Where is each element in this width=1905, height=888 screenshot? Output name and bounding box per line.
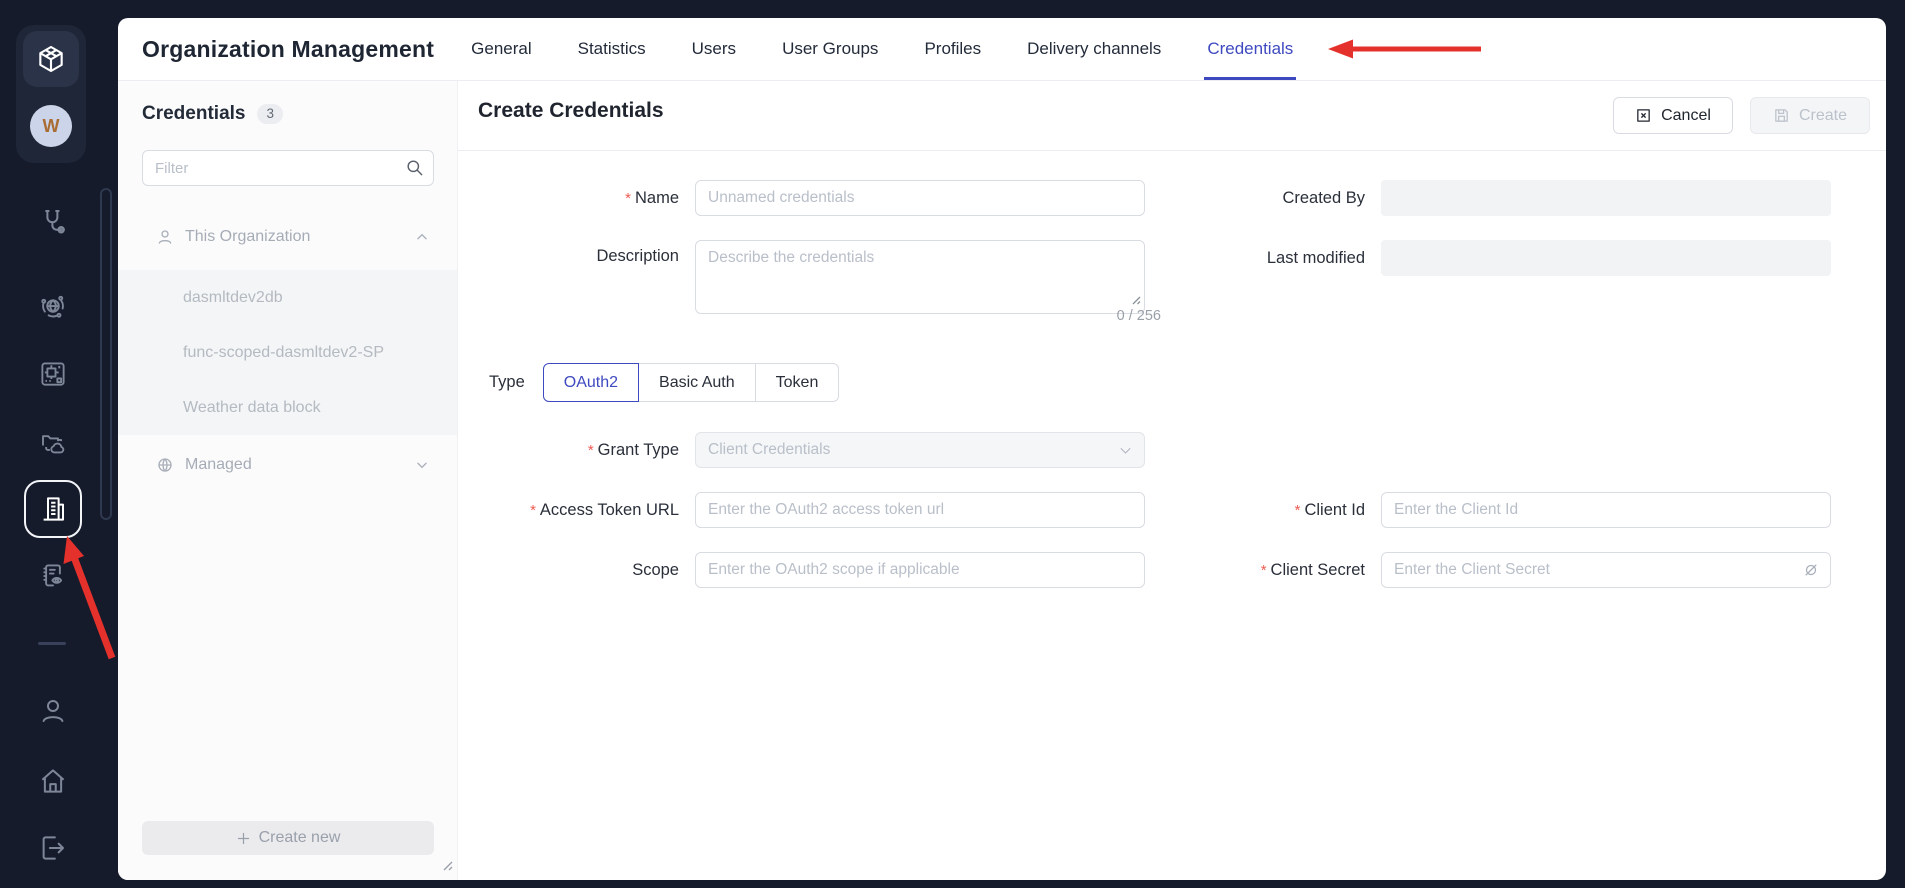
tab-credentials[interactable]: Credentials [1184,18,1316,80]
client-id-label: Client Id [1144,501,1381,520]
description-textarea[interactable] [695,240,1145,314]
create-button[interactable]: Create [1750,97,1870,134]
list-item[interactable]: func-scoped-dasmltdev2-SP [118,325,457,380]
chevron-down-icon[interactable] [415,458,429,472]
last-modified-label: Last modified [1144,249,1381,268]
count-badge: 3 [257,104,283,124]
scope-label: Scope [458,561,695,580]
save-icon [1773,107,1790,124]
card-body: Credentials 3 [118,81,1886,880]
building-icon[interactable] [28,484,78,534]
chevron-up-icon[interactable] [415,230,429,244]
type-token-button[interactable]: Token [755,363,840,402]
chip-board-icon[interactable] [28,349,78,399]
client-id-input[interactable] [1381,492,1831,528]
app-card: Organization Management General Statisti… [118,18,1886,880]
tab-delivery-channels[interactable]: Delivery channels [1004,18,1184,80]
tab-statistics[interactable]: Statistics [555,18,669,80]
section-label: Managed [185,456,252,474]
panel-title: Credentials [142,103,245,125]
tabs-nav: General Statistics Users User Groups Pro… [448,18,1316,80]
filter-input[interactable] [142,150,434,186]
rail-scrollbar[interactable] [100,188,112,520]
tab-profiles[interactable]: Profiles [901,18,1004,80]
name-label: Name [458,189,695,208]
tab-bar: Organization Management General Statisti… [118,18,1886,81]
section-managed[interactable]: Managed [118,450,457,480]
last-modified-field [1381,240,1831,276]
rail-divider [38,642,66,645]
type-basic-auth-button[interactable]: Basic Auth [638,363,756,402]
search-icon[interactable] [405,158,424,182]
list-item[interactable]: dasmltdev2db [118,270,457,325]
type-oauth2-button[interactable]: OAuth2 [543,363,639,402]
divider [458,150,1886,151]
pointer-arrow-credentials [1326,38,1486,60]
page-title: Organization Management [142,36,434,63]
tab-users[interactable]: Users [669,18,759,80]
logout-icon[interactable] [28,823,78,873]
credentials-list: dasmltdev2db func-scoped-dasmltdev2-SP W… [118,270,457,435]
section-this-organization[interactable]: This Organization [118,222,457,252]
create-credentials-form: Create Credentials Cancel Create [458,81,1886,880]
globe-orbit-icon[interactable] [28,281,78,331]
credentials-panel: Credentials 3 [118,81,458,880]
create-new-button[interactable]: Create new [142,821,434,855]
scope-input[interactable] [695,552,1145,588]
eye-slash-icon[interactable] [1802,561,1820,584]
panel-resize-handle[interactable] [439,857,453,876]
grant-type-label: Grant Type [458,441,695,460]
user-icon[interactable] [28,686,78,736]
document-eye-icon[interactable] [28,551,78,601]
description-label: Description [458,240,695,266]
workspace-switcher: W [16,25,86,163]
section-label: This Organization [185,228,310,246]
name-input[interactable] [695,180,1145,216]
client-secret-label: Client Secret [1144,561,1381,580]
home-icon[interactable] [28,756,78,806]
app-logo[interactable] [23,31,79,87]
created-by-label: Created By [1144,189,1381,208]
cancel-button[interactable]: Cancel [1613,97,1733,134]
access-token-url-label: Access Token URL [458,501,695,520]
list-item[interactable]: Weather data block [118,380,457,435]
globe-icon [156,456,174,474]
screen: W [0,0,1905,888]
form-title: Create Credentials [478,99,664,123]
tab-user-groups[interactable]: User Groups [759,18,901,80]
close-square-icon [1635,107,1652,124]
char-counter: 0 / 256 [711,308,1161,324]
app-rail: W [0,0,118,888]
client-secret-input[interactable] [1381,552,1831,588]
type-button-group: OAuth2 Basic Auth Token [543,363,840,402]
filter-field [142,150,434,186]
folder-cloud-icon[interactable] [28,418,78,468]
access-token-url-input[interactable] [695,492,1145,528]
user-icon [156,228,174,246]
grant-type-select[interactable]: Client Credentials [695,432,1145,468]
chevron-down-icon [1118,443,1133,463]
created-by-field [1381,180,1831,216]
stethoscope-icon[interactable] [28,196,78,246]
plus-icon [236,831,251,846]
tab-general[interactable]: General [448,18,554,80]
avatar[interactable]: W [30,105,72,147]
type-label: Type [489,373,525,392]
cube-logo-icon [35,43,67,75]
